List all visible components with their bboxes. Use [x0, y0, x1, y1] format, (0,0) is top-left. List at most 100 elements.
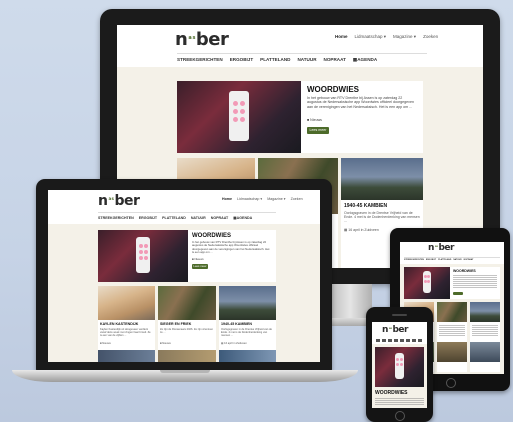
- featured-image: [98, 230, 188, 282]
- nav-nopraat[interactable]: NOPRAAT: [211, 216, 229, 220]
- featured-text: In het gebouw van RTV Drenthe bij Assen …: [192, 240, 270, 255]
- featured-meta-label: Nieuws: [194, 257, 204, 261]
- featured-text-lines: [375, 398, 424, 406]
- logo-text-start: n: [98, 193, 108, 209]
- nav-streekgerichten[interactable]: STREEKGERICHTEN: [177, 57, 223, 63]
- tile-image: [341, 158, 423, 200]
- featured-image: [404, 267, 450, 299]
- tile-meta-label: Nieuws: [162, 342, 171, 345]
- laptop-opening-notch: [160, 370, 210, 373]
- tile-image-next: [158, 350, 216, 362]
- tile-meta-label: 16 april in Zuidveen: [224, 342, 247, 345]
- nav-ergobijt[interactable]: ERGOBIJT: [426, 259, 436, 261]
- nav-natuur[interactable]: NATUUR: [453, 259, 461, 261]
- app-phone-prop: [229, 91, 249, 141]
- top-nav: Home Lidmaatschap ▾ Magazine ▾ Zoeken: [335, 34, 438, 40]
- read-more-button[interactable]: [453, 292, 463, 295]
- site-logo[interactable]: na sber: [382, 325, 408, 335]
- smartphone: na sber WOORDWIES: [366, 307, 433, 422]
- tile-kaylen[interactable]: KAYLEN KASTENDIJK Kaylen Kastendijk uit …: [98, 286, 155, 362]
- featured-image[interactable]: [375, 347, 424, 387]
- tile-title[interactable]: 1940-45 KAMBIEN: [344, 203, 387, 209]
- nav-agenda[interactable]: ▦AGENDA: [353, 57, 377, 63]
- site-logo[interactable]: na sber: [98, 193, 140, 209]
- tile-image-next: [470, 342, 500, 362]
- tile-image-next: [98, 350, 155, 362]
- nav-nopraat[interactable]: NOPRAAT: [324, 57, 346, 63]
- nav-natuur[interactable]: NATUUR: [191, 216, 206, 220]
- tablet-home-button[interactable]: [446, 378, 456, 388]
- laptop: na sber Home Lidmaatschap ▾ Magazine ▾ Z…: [36, 179, 332, 371]
- tile-text: Ze zijn de Ronsenaars 2026. Ze zijn vrie…: [160, 328, 214, 335]
- logo-text-end: ber: [195, 29, 229, 50]
- site-logo[interactable]: na sber: [175, 29, 229, 50]
- tile-meta: ■ Nieuws: [100, 342, 111, 345]
- topnav-magazine[interactable]: Magazine ▾: [267, 197, 285, 201]
- featured-article[interactable]: WOORDWIES: [404, 267, 500, 299]
- phone-home-button[interactable]: [395, 411, 405, 421]
- tile-meta: ▦ 16 april in Zuidveen: [344, 228, 379, 232]
- tile-title[interactable]: KAYLEN KASTENDIJK: [100, 322, 138, 326]
- logo-text-end: ber: [438, 243, 454, 253]
- featured-article[interactable]: WOORDWIES In het gebouw van RTV Drenthe …: [177, 81, 423, 153]
- nav-nopraat[interactable]: NOPRAAT: [464, 259, 474, 261]
- featured-title[interactable]: WOORDWIES: [192, 233, 231, 239]
- nav-platteland[interactable]: PLATTELAND: [438, 259, 451, 261]
- tile-image-next: [437, 342, 467, 362]
- app-phone-prop: [423, 271, 431, 293]
- topnav-lidmaatschap[interactable]: Lidmaatschap ▾: [355, 34, 387, 40]
- featured-text: In het gebouw van RTV Drenthe bij Assen …: [307, 96, 414, 109]
- nav-streekgerichten[interactable]: STREEKGERICHTEN: [404, 259, 424, 261]
- site-header: na sber Home Lidmaatschap ▾ Magazine ▾ Z…: [117, 25, 483, 67]
- tile-text-lines: [472, 325, 498, 337]
- tile-meta-label: Nieuws: [102, 342, 111, 345]
- topnav-home[interactable]: Home: [335, 34, 348, 40]
- site-header: na sber STREEKGERICHTEN ERGOBIJT PLATTEL…: [400, 242, 504, 264]
- tile-text: Kaylen Kastendijk uit Hoogeveen verdient…: [100, 328, 151, 338]
- tile-title[interactable]: SIEGER EN FRIEK: [160, 322, 191, 326]
- nav-ergobijt[interactable]: ERGOBIJT: [230, 57, 253, 63]
- topnav-zoeken[interactable]: Zoeken: [423, 34, 438, 40]
- tile-text-lines: [439, 325, 465, 337]
- featured-title[interactable]: WOORDWIES: [307, 85, 359, 94]
- tile-text: Oorlogsgraven in de Drentse Vrijheid van…: [221, 328, 272, 338]
- main-nav: STREEKGERICHTEN ERGOBIJT PLATTELAND NATU…: [98, 212, 276, 220]
- nav-platteland[interactable]: PLATTELAND: [162, 216, 186, 220]
- site-header: na sber Home Lidmaatschap ▾ Magazine ▾ Z…: [48, 190, 320, 224]
- topnav-magazine[interactable]: Magazine ▾: [393, 34, 416, 40]
- nav-agenda[interactable]: ▦AGENDA: [233, 216, 252, 220]
- tile-kambien[interactable]: 1940-45 KAMBIEN Oorlogsgraven in de Dren…: [219, 286, 276, 362]
- main-nav: STREEKGERICHTEN ERGOBIJT PLATTELAND NATU…: [177, 53, 427, 63]
- read-more-button[interactable]: Lees meer: [192, 264, 208, 269]
- featured-article[interactable]: WOORDWIES In het gebouw van RTV Drenthe …: [98, 230, 276, 282]
- featured-meta: ■ Nieuws: [192, 257, 204, 261]
- read-more-button[interactable]: Lees meer: [307, 127, 329, 134]
- featured-title[interactable]: WOORDWIES: [453, 269, 476, 273]
- featured-text-lines: [453, 275, 497, 289]
- tile-kambien[interactable]: [470, 302, 500, 372]
- tile-meta: ▦ 16 april in Zuidveen: [221, 342, 247, 345]
- topnav-lidmaatschap[interactable]: Lidmaatschap ▾: [237, 197, 262, 201]
- menu-bar[interactable]: [376, 339, 423, 342]
- topnav-home[interactable]: Home: [222, 197, 232, 201]
- featured-title[interactable]: WOORDWIES: [375, 390, 408, 396]
- tile-title[interactable]: 1940-45 KAMBIEN: [221, 322, 252, 326]
- nav-platteland[interactable]: PLATTELAND: [260, 57, 290, 63]
- tile-sieger[interactable]: [437, 302, 467, 372]
- nav-agenda-label: AGENDA: [236, 216, 253, 220]
- site-header: na sber: [372, 322, 427, 344]
- featured-meta-label: Nieuws: [310, 118, 322, 122]
- app-phone-prop: [136, 237, 150, 273]
- nav-natuur[interactable]: NATUUR: [297, 57, 316, 63]
- tile-text: Oorlogsgraven in de Drentse Vrijheid van…: [344, 211, 420, 224]
- featured-image: [177, 81, 301, 153]
- phone-website: na sber WOORDWIES: [372, 322, 427, 408]
- nav-ergobijt[interactable]: ERGOBIJT: [139, 216, 157, 220]
- tile-image: [470, 302, 500, 322]
- topnav-zoeken[interactable]: Zoeken: [291, 197, 303, 201]
- logo-text-small: a s: [108, 196, 114, 201]
- logo-text-end: ber: [114, 193, 140, 209]
- site-logo[interactable]: na sber: [428, 243, 454, 253]
- nav-streekgerichten[interactable]: STREEKGERICHTEN: [98, 216, 134, 220]
- tile-sieger[interactable]: SIEGER EN FRIEK Ze zijn de Ronsenaars 20…: [158, 286, 216, 362]
